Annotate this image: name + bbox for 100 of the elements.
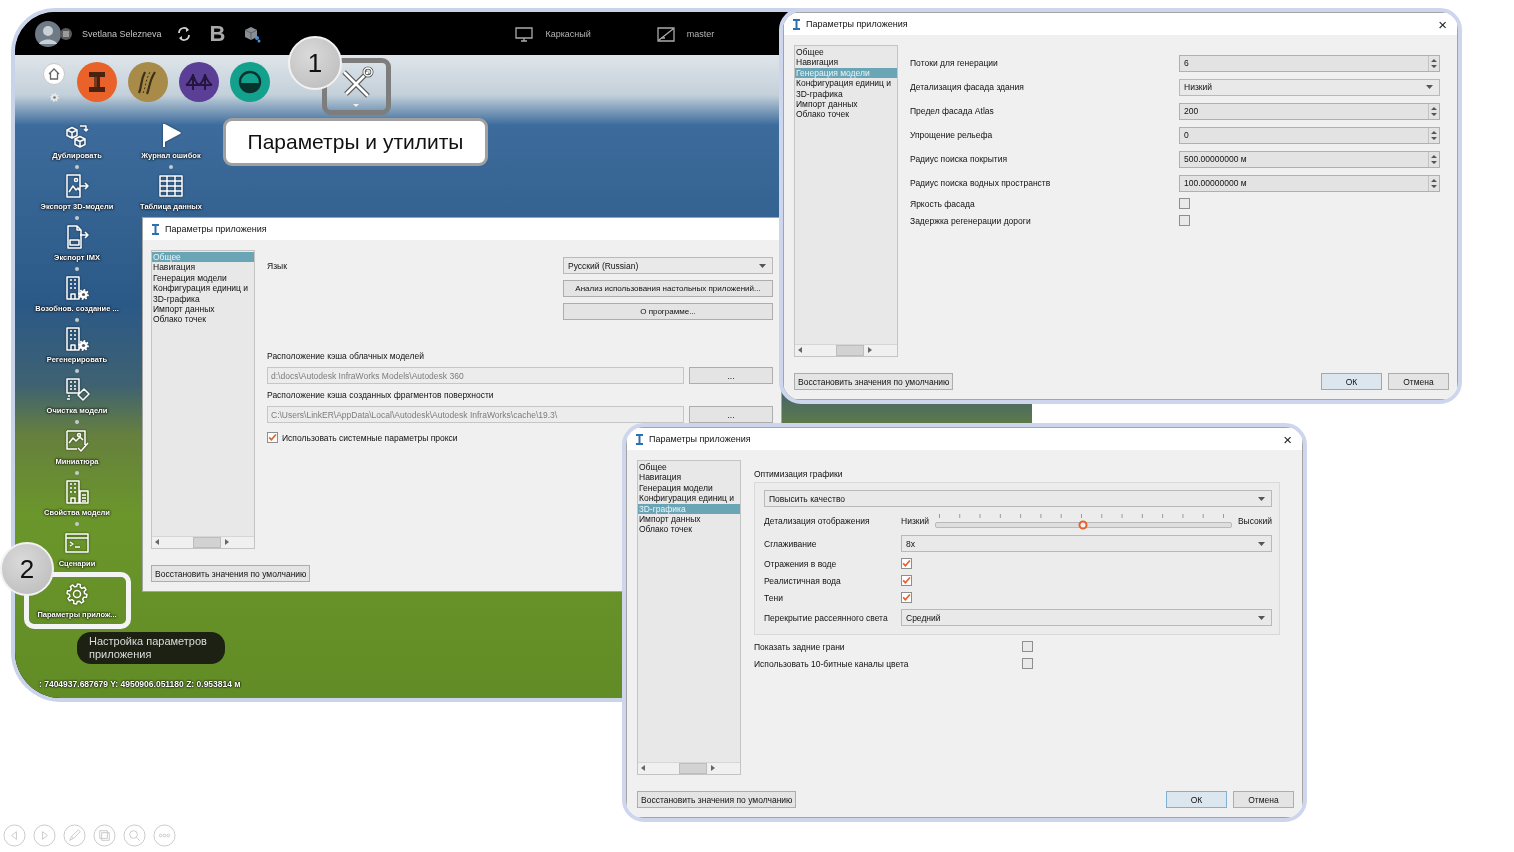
i-beam-icon[interactable] [77, 62, 117, 102]
slider-track[interactable] [935, 522, 1232, 528]
horizontal-scrollbar[interactable] [638, 762, 740, 774]
horizontal-scrollbar[interactable] [795, 344, 897, 356]
scrollbar-thumb[interactable] [193, 537, 221, 548]
cube-share-icon[interactable] [243, 24, 262, 43]
menu-icon[interactable] [60, 27, 72, 40]
close-button[interactable]: × [1281, 431, 1294, 447]
category-item[interactable]: Генерация модели [152, 272, 254, 284]
number-field[interactable]: 6 [1179, 54, 1440, 72]
group-heading: Оптимизация графики [754, 469, 844, 479]
category-item[interactable]: Генерация модели [638, 482, 740, 494]
spin-arrows-icon [1428, 175, 1439, 191]
dot-icon [75, 216, 79, 220]
image-export-icon [64, 173, 90, 199]
scrollbar-thumb[interactable] [836, 345, 864, 356]
checkbox[interactable] [1022, 641, 1033, 652]
checkbox[interactable] [901, 558, 912, 569]
category-item[interactable]: Импорт данных [152, 304, 254, 315]
dropdown[interactable]: Средний [901, 609, 1272, 626]
field-label: Яркость фасада [910, 198, 976, 209]
category-item[interactable]: Облако точек [152, 314, 254, 325]
field-label: Показать задние грани [754, 641, 846, 652]
horizontal-scrollbar[interactable] [152, 536, 254, 548]
category-item[interactable]: 3D-графика [152, 293, 254, 305]
reset-defaults-button[interactable]: Восстановить значения по умолчанию [794, 373, 954, 390]
dialog-button[interactable]: О программе... [563, 303, 773, 320]
field-label: Предел фасада Atlas [910, 106, 995, 116]
checkbox[interactable] [1179, 198, 1190, 209]
category-item[interactable]: Облако точек [795, 109, 897, 120]
tooltip: Настройка параметров приложения [77, 632, 225, 664]
dropdown[interactable]: Повысить качество [764, 490, 1272, 507]
slider-thumb[interactable] [1078, 520, 1088, 530]
checkbox[interactable] [901, 575, 912, 586]
settings-icon[interactable] [49, 93, 59, 102]
field-label: Язык [267, 260, 288, 271]
number-field[interactable]: 100.00000000 м [1179, 174, 1440, 192]
view-style-button[interactable]: Каркасный [515, 25, 591, 42]
category-item[interactable]: 3D-графика [795, 88, 897, 100]
half-filled-circle-icon[interactable] [230, 62, 270, 102]
checkbox[interactable] [1179, 215, 1190, 226]
dropdown[interactable]: Низкий [1179, 78, 1440, 96]
reset-defaults-button[interactable]: Восстановить значения по умолчанию [151, 565, 311, 582]
field-label: Упрощение рельефа [910, 130, 994, 140]
category-item[interactable]: Навигация [152, 262, 254, 273]
category-item[interactable]: Общее [795, 47, 897, 58]
category-item[interactable]: Облако точек [638, 524, 740, 535]
caret-icon [1258, 496, 1265, 501]
field-label: Потоки для генерации [910, 58, 999, 68]
number-field[interactable]: 200 [1179, 102, 1440, 120]
sync-icon[interactable] [175, 25, 192, 42]
dialog-title: Параметры приложения [806, 19, 908, 29]
close-button[interactable]: × [1436, 16, 1449, 32]
number-field[interactable]: 0 [1179, 126, 1440, 144]
road-icon[interactable] [128, 62, 168, 102]
image-frame-icon [656, 25, 675, 42]
category-item[interactable]: Импорт данных [638, 514, 740, 525]
dialog-button[interactable]: Отмена [1388, 373, 1449, 390]
coordinates-readout: : 7404937.687679 Y: 4950906.051180 Z: 0.953814 м [39, 679, 241, 689]
app-icon [635, 433, 644, 445]
dialog-button[interactable]: ОК [1321, 373, 1382, 390]
app-icon [151, 223, 160, 235]
table-icon [158, 173, 184, 199]
dialog-button[interactable]: ОК [1166, 791, 1227, 808]
home-icon[interactable] [43, 63, 65, 85]
reset-defaults-button[interactable]: Восстановить значения по умолчанию [637, 791, 797, 808]
category-item[interactable]: Навигация [795, 57, 897, 68]
category-item[interactable]: Конфигурация единиц и [795, 78, 897, 89]
category-item[interactable]: Конфигурация единиц и [638, 493, 740, 504]
field-label: Реалистичная вода [764, 575, 842, 586]
checkbox[interactable] [1022, 658, 1033, 669]
spin-arrows-icon [1428, 151, 1439, 167]
building-document-icon [64, 479, 90, 505]
category-item[interactable]: Общее [638, 462, 740, 473]
spin-arrows-icon [1428, 103, 1439, 119]
dropdown[interactable]: 8x [901, 535, 1272, 552]
bridge-icon[interactable] [179, 62, 219, 102]
number-field[interactable]: 500.00000000 м [1179, 150, 1440, 168]
dot-icon [75, 165, 79, 169]
scrollbar-thumb[interactable] [679, 763, 707, 774]
letter-button[interactable]: B [209, 22, 226, 45]
dialog-button[interactable]: Анализ использования настольных приложений... [563, 280, 773, 297]
branch-button[interactable]: master [656, 25, 715, 42]
caret-icon [1258, 615, 1265, 620]
checkbox[interactable] [267, 432, 278, 443]
field-label: Радиус поиска покрытия [910, 154, 1009, 164]
field-label: Расположение кэша облачных моделей [267, 351, 425, 361]
dialog-button[interactable]: Отмена [1233, 791, 1294, 808]
dropdown[interactable]: Русский (Russian) [563, 257, 773, 274]
category-item[interactable]: Импорт данных [795, 99, 897, 110]
category-item[interactable]: Конфигурация единиц и [152, 283, 254, 294]
slider-max-label: Высокий [1237, 516, 1272, 526]
caret-icon [1426, 85, 1433, 89]
settings-icon [64, 581, 90, 607]
checkbox[interactable] [901, 592, 912, 603]
category-item[interactable]: Навигация [638, 472, 740, 483]
avatar-icon[interactable] [35, 20, 61, 47]
building-eraser-icon [64, 377, 90, 403]
user-name: Svetlana Selezneva [82, 28, 162, 39]
field-label: Тени [764, 592, 784, 603]
